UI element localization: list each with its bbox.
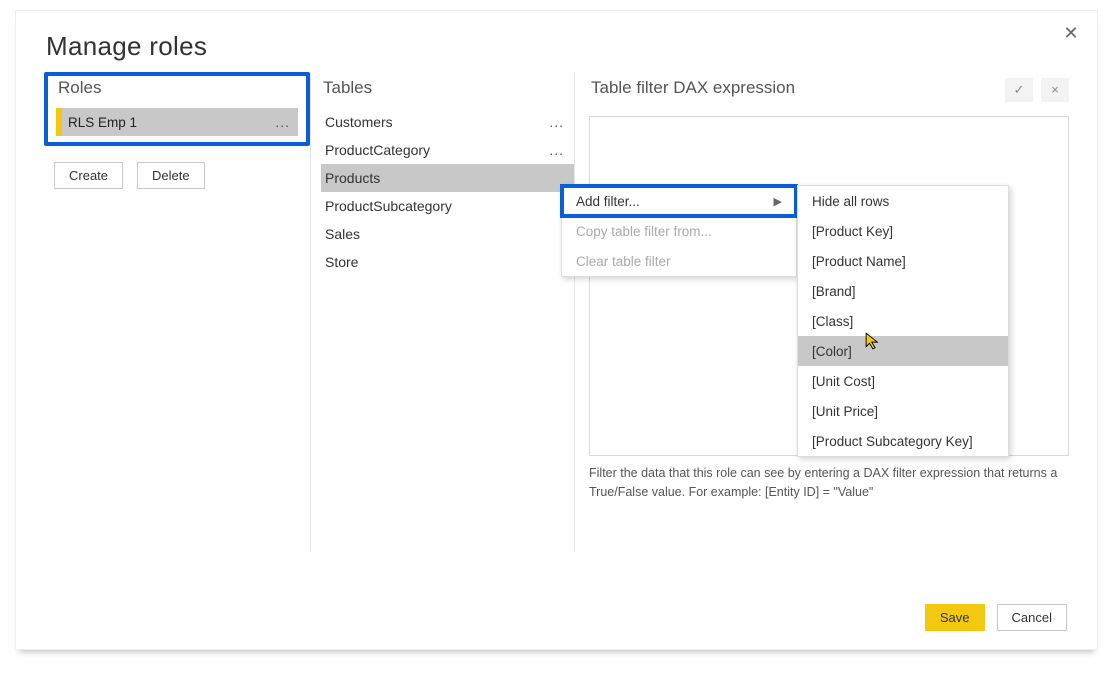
context-menu-item-label: [Color] — [812, 344, 852, 359]
context-menu-item[interactable]: Add filter... ▶ — [562, 186, 796, 216]
dax-header: Table filter DAX expression — [589, 72, 797, 108]
table-row[interactable]: ProductCategory... — [321, 136, 574, 164]
context-menu-item-label: [Product Name] — [812, 254, 906, 269]
table-row[interactable]: Products — [321, 164, 574, 192]
table-row[interactable]: Store — [321, 248, 574, 276]
tables-list: Customers...ProductCategory...ProductsPr… — [321, 108, 574, 276]
ellipsis-icon[interactable]: ... — [549, 142, 564, 158]
context-menu-item-label: [Brand] — [812, 284, 856, 299]
context-menu-item: Copy table filter from... — [562, 216, 796, 246]
dax-hint: Filter the data that this role can see b… — [589, 464, 1069, 502]
context-menu-item[interactable]: [Class] — [798, 306, 1008, 336]
context-menu-item: Clear table filter — [562, 246, 796, 276]
table-row[interactable]: Sales — [321, 220, 574, 248]
table-row-label: Sales — [325, 226, 360, 242]
apply-filter-button[interactable]: ✓ — [1005, 78, 1033, 102]
delete-role-button[interactable]: Delete — [137, 162, 205, 189]
context-menu-item[interactable]: [Product Subcategory Key] — [798, 426, 1008, 456]
context-menu-item[interactable]: [Product Key] — [798, 216, 1008, 246]
tables-header: Tables — [321, 72, 574, 108]
revert-filter-button[interactable]: × — [1041, 78, 1069, 102]
context-menu-item[interactable]: Hide all rows — [798, 186, 1008, 216]
role-item[interactable]: RLS Emp 1 ... — [56, 108, 298, 136]
context-menu-item-label: [Unit Cost] — [812, 374, 875, 389]
role-item-label: RLS Emp 1 — [68, 115, 137, 130]
context-menu-item[interactable]: [Product Name] — [798, 246, 1008, 276]
create-role-button[interactable]: Create — [54, 162, 123, 189]
save-button[interactable]: Save — [925, 604, 985, 631]
tables-column: Tables Customers...ProductCategory...Pro… — [310, 72, 574, 552]
context-menu-item[interactable]: [Unit Cost] — [798, 366, 1008, 396]
close-icon[interactable]: ✕ — [1059, 21, 1083, 45]
dax-editor[interactable]: Add filter...▶Copy table filter from...C… — [589, 116, 1069, 456]
context-menu-item-label: Clear table filter — [576, 254, 671, 269]
context-menu-item-label: [Product Subcategory Key] — [812, 434, 973, 449]
table-row-label: Customers — [325, 114, 393, 130]
context-menu-secondary: Hide all rows [Product Key] [Product Name]… — [797, 185, 1009, 457]
context-menu-primary: Add filter... ▶ Copy table filter from... C… — [561, 185, 797, 277]
submenu-arrow-icon: ▶ — [774, 195, 782, 208]
dialog-title: Manage roles — [16, 11, 1097, 72]
context-menu-item[interactable]: [Color] — [798, 336, 1008, 366]
context-menu-item-label: [Unit Price] — [812, 404, 878, 419]
context-menu-item-label: [Class] — [812, 314, 853, 329]
dialog-footer: Save Cancel — [925, 604, 1067, 631]
context-menu-item-label: [Product Key] — [812, 224, 893, 239]
roles-button-row: Create Delete — [44, 146, 310, 189]
ellipsis-icon[interactable]: ... — [275, 114, 290, 130]
cancel-button[interactable]: Cancel — [997, 604, 1067, 631]
dax-column: Table filter DAX expression ✓ × Add filt… — [574, 72, 1069, 552]
roles-highlight-box: Roles RLS Emp 1 ... — [44, 72, 310, 146]
manage-roles-dialog: ✕ Manage roles Roles RLS Emp 1 ... Creat… — [15, 10, 1098, 650]
context-menu-item-label: Hide all rows — [812, 194, 889, 209]
context-menu-item-label: Copy table filter from... — [576, 224, 712, 239]
dialog-columns: Roles RLS Emp 1 ... Create Delete Tables… — [16, 72, 1097, 552]
context-menu-item-label: Add filter... — [576, 194, 640, 209]
table-row[interactable]: ProductSubcategory — [321, 192, 574, 220]
table-row-label: ProductCategory — [325, 142, 430, 158]
table-row-label: Products — [325, 170, 380, 186]
roles-header: Roles — [56, 78, 298, 108]
table-row[interactable]: Customers... — [321, 108, 574, 136]
roles-column: Roles RLS Emp 1 ... Create Delete — [44, 72, 310, 552]
dax-header-row: Table filter DAX expression ✓ × — [589, 72, 1069, 108]
ellipsis-icon[interactable]: ... — [549, 114, 564, 130]
table-row-label: Store — [325, 254, 358, 270]
table-row-label: ProductSubcategory — [325, 198, 452, 214]
context-menu-item[interactable]: [Brand] — [798, 276, 1008, 306]
context-menu-item[interactable]: [Unit Price] — [798, 396, 1008, 426]
